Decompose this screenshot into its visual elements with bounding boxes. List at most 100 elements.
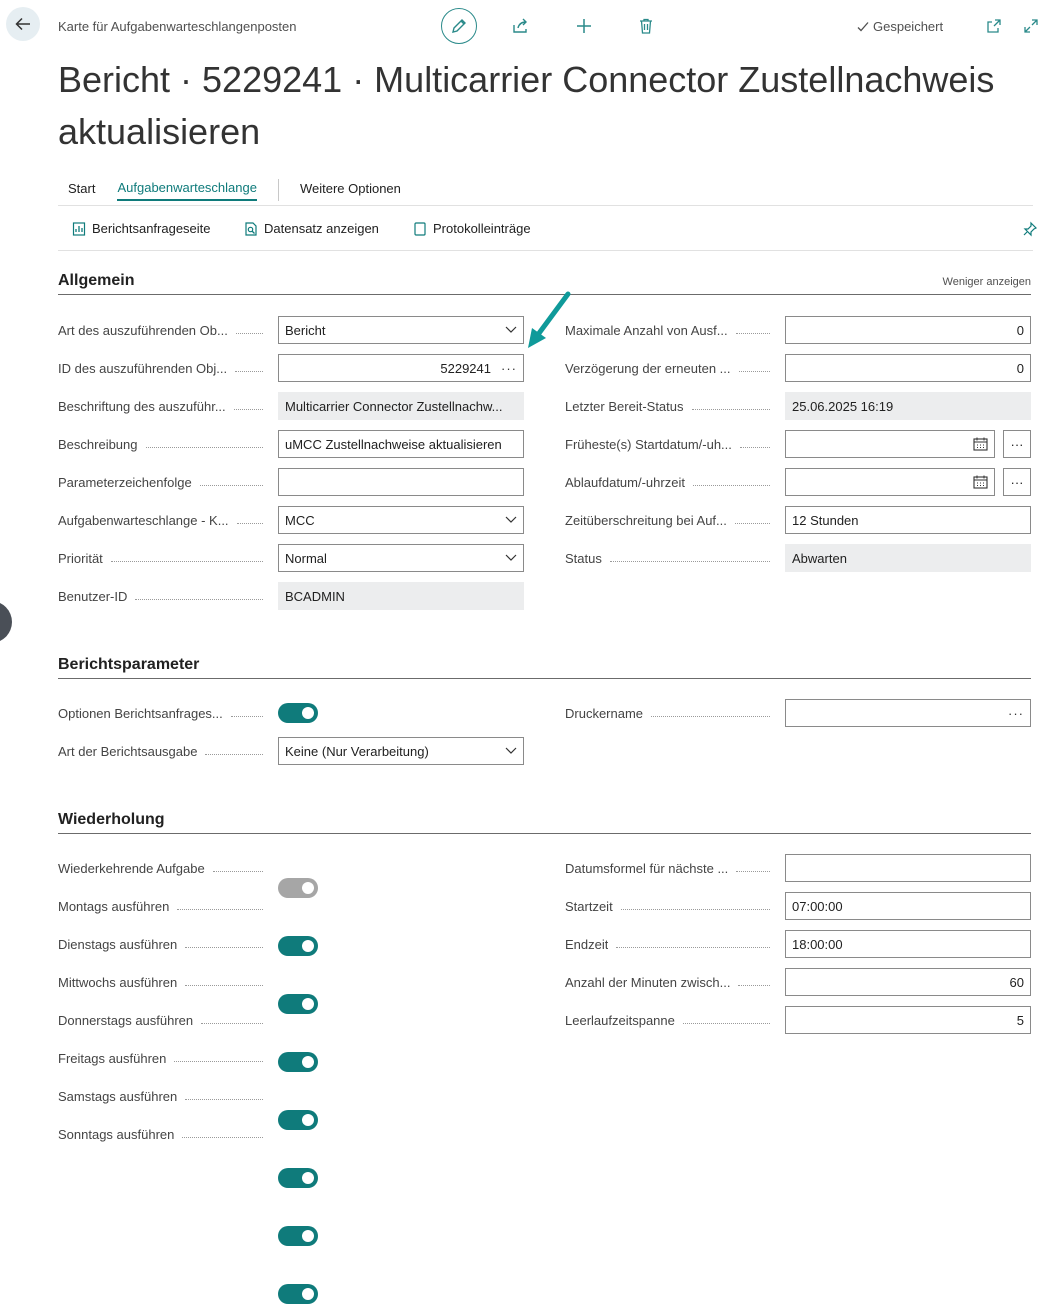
recurring-job-toggle bbox=[278, 878, 318, 898]
section-divider bbox=[58, 678, 1031, 679]
new-button[interactable] bbox=[574, 16, 594, 36]
printer-name-field[interactable]: ··· bbox=[785, 699, 1031, 727]
section-title-wiederholung: Wiederholung bbox=[58, 811, 165, 828]
action-label: Berichtsanfrageseite bbox=[92, 221, 211, 236]
tab-weitere-optionen[interactable]: Weitere Optionen bbox=[300, 181, 401, 200]
field-label: Beschreibung bbox=[58, 430, 273, 458]
end-time-field[interactable]: 18:00:00 bbox=[785, 930, 1031, 958]
earliest-start-more-button[interactable]: ··· bbox=[1003, 430, 1031, 458]
field-label: Druckername bbox=[565, 699, 780, 727]
minutes-between-runs-field[interactable]: 60 bbox=[785, 968, 1031, 996]
field-label: Art der Berichtsausgabe bbox=[58, 737, 273, 765]
field-label: Mittwochs ausführen bbox=[58, 968, 273, 996]
priority-select[interactable]: Normal bbox=[278, 544, 524, 572]
field-label: Priorität bbox=[58, 544, 273, 572]
next-run-date-formula-field[interactable] bbox=[785, 854, 1031, 882]
field-label: Montags ausführen bbox=[58, 892, 273, 920]
lookup-icon[interactable]: ··· bbox=[1008, 706, 1024, 721]
pin-icon bbox=[1023, 221, 1038, 237]
thursday-toggle[interactable] bbox=[278, 1110, 318, 1130]
delete-button[interactable] bbox=[636, 16, 656, 36]
chevron-down-icon bbox=[505, 326, 517, 333]
expiration-field[interactable] bbox=[785, 468, 995, 496]
expiration-more-button[interactable]: ··· bbox=[1003, 468, 1031, 496]
sunday-toggle[interactable] bbox=[278, 1284, 318, 1304]
object-caption-field: Multicarrier Connector Zustellnachw... bbox=[278, 392, 524, 420]
parameter-string-field[interactable] bbox=[278, 468, 524, 496]
tab-start[interactable]: Start bbox=[68, 181, 95, 200]
back-arrow-icon bbox=[15, 17, 30, 31]
field-label: Samstags ausführen bbox=[58, 1082, 273, 1110]
field-label: Anzahl der Minuten zwisch... bbox=[565, 968, 780, 996]
pin-button[interactable] bbox=[1022, 221, 1038, 240]
timeout-field[interactable]: 12 Stunden bbox=[785, 506, 1031, 534]
field-label: ID des auszuführenden Obj... bbox=[58, 354, 273, 382]
queue-category-select[interactable]: MCC bbox=[278, 506, 524, 534]
report-icon bbox=[72, 221, 86, 236]
checkmark-icon bbox=[857, 21, 869, 31]
section-divider bbox=[58, 833, 1031, 834]
field-label: Sonntags ausführen bbox=[58, 1120, 273, 1148]
status-field: Abwarten bbox=[785, 544, 1031, 572]
field-label: Freitags ausführen bbox=[58, 1044, 273, 1072]
field-label: Wiederkehrende Aufgabe bbox=[58, 854, 273, 882]
last-ready-status-field: 25.06.2025 16:19 bbox=[785, 392, 1031, 420]
monday-toggle[interactable] bbox=[278, 936, 318, 956]
description-field[interactable]: uMCC Zustellnachweise aktualisieren bbox=[278, 430, 524, 458]
rerun-delay-field[interactable]: 0 bbox=[785, 354, 1031, 382]
lookup-icon[interactable]: ··· bbox=[501, 361, 517, 376]
expand-button[interactable] bbox=[1021, 16, 1041, 36]
saved-label: Gespeichert bbox=[873, 19, 944, 34]
action-datensatz-anzeigen[interactable]: Datensatz anzeigen bbox=[244, 221, 379, 236]
back-button[interactable] bbox=[6, 7, 40, 41]
ellipsis-icon: ··· bbox=[1010, 474, 1024, 490]
field-label: Verzögerung der erneuten ... bbox=[565, 354, 780, 382]
field-label: Optionen Berichtsanfrages... bbox=[58, 699, 273, 727]
start-time-field[interactable]: 07:00:00 bbox=[785, 892, 1031, 920]
field-label: Früheste(s) Startdatum/-uh... bbox=[565, 430, 780, 458]
field-label: Ablaufdatum/-uhrzeit bbox=[565, 468, 780, 496]
show-less-link[interactable]: Weniger anzeigen bbox=[943, 276, 1031, 288]
breadcrumb: Karte für Aufgabenwarteschlangenposten bbox=[58, 19, 297, 34]
action-berichtsanfrageseite[interactable]: Berichtsanfrageseite bbox=[72, 221, 211, 236]
max-attempts-field[interactable]: 0 bbox=[785, 316, 1031, 344]
magnifier-doc-icon bbox=[245, 221, 257, 236]
open-new-window-button[interactable] bbox=[984, 16, 1004, 36]
inactivity-timeout-field[interactable]: 5 bbox=[785, 1006, 1031, 1034]
field-label: Endzeit bbox=[565, 930, 780, 958]
calendar-icon[interactable] bbox=[973, 475, 988, 489]
report-options-toggle[interactable] bbox=[278, 703, 318, 723]
section-title-allgemein: Allgemein bbox=[58, 272, 135, 289]
tuesday-toggle[interactable] bbox=[278, 994, 318, 1014]
trash-icon bbox=[640, 18, 652, 34]
friday-toggle[interactable] bbox=[278, 1168, 318, 1188]
field-label: Art des auszuführenden Ob... bbox=[58, 316, 273, 344]
document-icon bbox=[414, 221, 426, 236]
share-button[interactable] bbox=[510, 16, 530, 36]
pencil-icon bbox=[452, 19, 466, 33]
wednesday-toggle[interactable] bbox=[278, 1052, 318, 1072]
divider bbox=[58, 205, 1033, 206]
divider bbox=[58, 250, 1033, 251]
side-panel-handle[interactable] bbox=[0, 601, 12, 643]
object-type-select[interactable]: Bericht bbox=[278, 316, 524, 344]
tab-aufgabenwarteschlange[interactable]: Aufgabenwarteschlange bbox=[117, 180, 257, 201]
field-label: Benutzer-ID bbox=[58, 582, 273, 610]
ellipsis-icon: ··· bbox=[1010, 436, 1024, 452]
action-protokolleintraege[interactable]: Protokolleinträge bbox=[413, 221, 531, 236]
object-id-field[interactable]: 5229241 ··· bbox=[278, 354, 524, 382]
edit-button[interactable] bbox=[441, 8, 477, 44]
page-title: Bericht · 5229241 · Multicarrier Connect… bbox=[58, 59, 995, 152]
section-title-berichtsparameter: Berichtsparameter bbox=[58, 656, 200, 673]
action-tabs: Start Aufgabenwarteschlange Weitere Opti… bbox=[68, 179, 401, 201]
user-id-field: BCADMIN bbox=[278, 582, 524, 610]
saturday-toggle[interactable] bbox=[278, 1226, 318, 1246]
chevron-down-icon bbox=[505, 516, 517, 523]
plus-icon bbox=[577, 19, 591, 33]
field-label: Maximale Anzahl von Ausf... bbox=[565, 316, 780, 344]
calendar-icon[interactable] bbox=[973, 437, 988, 451]
field-label: Dienstags ausführen bbox=[58, 930, 273, 958]
field-label: Status bbox=[565, 544, 780, 572]
report-output-select[interactable]: Keine (Nur Verarbeitung) bbox=[278, 737, 524, 765]
earliest-start-field[interactable] bbox=[785, 430, 995, 458]
